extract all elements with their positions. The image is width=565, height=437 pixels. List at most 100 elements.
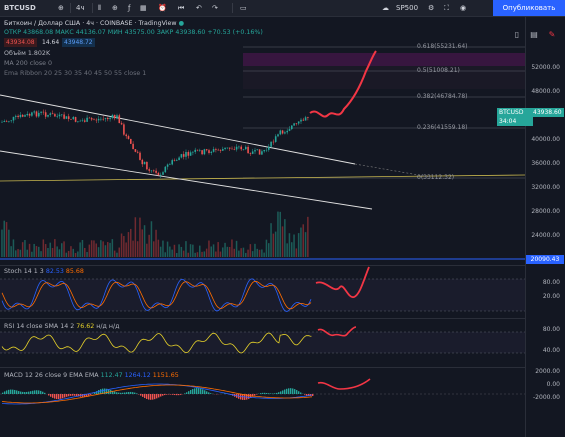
rsi-legend[interactable]: RSI 14 close SMA 14 2 76.62 н/д н/д [4, 323, 119, 330]
volume-bar [300, 227, 302, 257]
price-tick: 36000.00 [531, 160, 560, 167]
bar-style-icon[interactable]: ⫴ [98, 2, 101, 14]
volume-bar [155, 229, 157, 257]
fib-label: 0.618(55231.64) [417, 43, 468, 50]
current-price-tag: BTCUSD 34:04 [497, 108, 533, 126]
symbol-search[interactable]: BTCUSD [4, 2, 36, 14]
price-axis[interactable]: 52000.00 48000.00 44000.00 40000.00 3600… [525, 17, 565, 437]
candle [205, 149, 208, 151]
plus-icon[interactable]: ⊕ [58, 2, 64, 14]
volume-bar [141, 229, 143, 257]
volume-bar [40, 251, 42, 257]
candle [47, 114, 49, 117]
volume-bar [51, 247, 54, 257]
candle [228, 147, 231, 149]
volume-bar [77, 251, 79, 257]
ma-legend[interactable]: MA 200 close 0 [4, 60, 52, 67]
volume-bar [54, 239, 56, 257]
lock-icon[interactable]: ▤ [527, 28, 541, 42]
macd-hist-bar [198, 388, 200, 394]
price-tick: 32000.00 [531, 184, 560, 191]
volume-bar [284, 219, 286, 257]
macd-hist-bar [42, 391, 44, 394]
hide-icon[interactable]: ▯ [510, 28, 524, 42]
candle [251, 151, 254, 154]
candle [21, 114, 24, 117]
fullscreen-icon[interactable]: ⛶ [444, 2, 449, 14]
cloud-icon[interactable]: ☁ [382, 2, 389, 14]
price-tag-symbol: BTCUSD [499, 109, 524, 116]
camera-icon[interactable]: ◉ [460, 2, 466, 14]
candle [302, 119, 305, 121]
candle [307, 117, 309, 119]
candle [304, 117, 307, 121]
candle [5, 121, 8, 122]
settings-icon[interactable]: ⚙ [428, 2, 434, 14]
publish-button[interactable]: Опубликовать [493, 0, 565, 16]
candle [166, 164, 169, 167]
candle [28, 113, 31, 116]
volume-bar [199, 245, 201, 257]
volume-bar [159, 246, 162, 257]
macd-legend-params: MACD 12 26 close 9 EMA EMA [4, 372, 99, 379]
macd-hist-bar [76, 394, 78, 397]
volume-bar [88, 244, 91, 257]
redo-icon[interactable]: ↷ [212, 2, 218, 14]
candle [173, 160, 176, 161]
candle [196, 149, 199, 151]
fib-label: 0(33112.32) [417, 174, 455, 181]
volume-bar [58, 249, 61, 257]
volume-bar [307, 216, 309, 257]
replay-icon[interactable]: ⏮ [178, 2, 184, 14]
pencil-icon[interactable]: ✎ [545, 28, 559, 42]
volume-bar [113, 250, 116, 257]
volume-bar [268, 243, 270, 257]
volume-bar [125, 242, 127, 257]
bid-price[interactable]: 43934.08 [4, 38, 37, 47]
stoch-tick: 80.00 [542, 279, 560, 286]
macd-hist-bar [4, 391, 6, 394]
macd-hist-bar [294, 389, 296, 394]
candle [199, 150, 201, 151]
search-field[interactable]: SP500 [396, 2, 418, 14]
stoch-legend[interactable]: Stoch 14 1 3 82.53 85.68 [4, 268, 84, 275]
volume-bar [1, 229, 3, 257]
volume-bar [139, 217, 141, 257]
layout-icon[interactable]: ▭ [240, 2, 247, 14]
candle [238, 146, 240, 148]
candle [100, 118, 102, 120]
macd-hist-bar [8, 389, 10, 394]
price-tick: 24000.00 [531, 232, 560, 239]
candle [171, 160, 173, 165]
candle [86, 117, 88, 122]
volume-bar [293, 234, 295, 257]
ribbon-legend[interactable]: Ema Ribbon 20 25 30 35 40 45 50 55 close… [4, 70, 146, 77]
candle [182, 154, 185, 157]
indicators-icon[interactable]: ƒ [128, 2, 130, 14]
volume-bar [123, 236, 125, 257]
macd-hist-bar [192, 389, 194, 394]
macd-hist-bar [118, 392, 120, 394]
volume-bar [219, 251, 222, 257]
pane-divider[interactable] [0, 367, 565, 368]
interval-select[interactable]: 4ч [76, 2, 85, 14]
pane-divider[interactable] [0, 318, 565, 319]
candle [81, 120, 84, 122]
macd-legend[interactable]: MACD 12 26 close 9 EMA EMA 112.47 1264.1… [4, 372, 179, 379]
macd-hist-bar [68, 394, 70, 397]
macd-hist-bar [120, 392, 122, 394]
pane-divider[interactable] [0, 265, 565, 266]
ask-price[interactable]: 43948.72 [62, 38, 95, 47]
templates-icon[interactable]: ▦ [140, 2, 147, 14]
candle [240, 146, 242, 150]
macd-hist-bar [154, 394, 156, 400]
compare-icon[interactable]: ⊕ [112, 2, 118, 14]
macd-hist-bar [174, 394, 176, 396]
undo-icon[interactable]: ↶ [196, 2, 202, 14]
volume-legend[interactable]: Объём 1.802K [4, 50, 50, 57]
alert-icon[interactable]: ⏰ [158, 2, 167, 14]
candle [125, 134, 127, 137]
volume-bar [240, 248, 242, 257]
macd-hist-bar [62, 394, 64, 399]
volume-bar [233, 248, 235, 257]
